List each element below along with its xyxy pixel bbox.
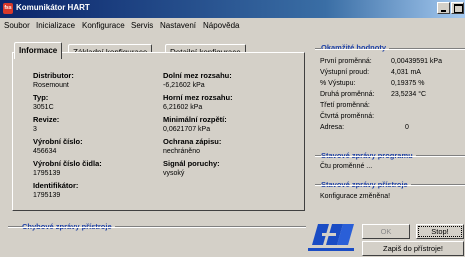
dolni-mez-label: Dolní mez rozsahu: <box>163 71 232 80</box>
identifikator-label: Identifikátor: <box>33 181 79 190</box>
prvni-promenna-value: 0,00439591 kPa <box>391 58 442 65</box>
menu-konfigurace[interactable]: Konfigurace <box>82 21 125 30</box>
distributor-value: Rosemount <box>33 82 69 89</box>
ctvrta-promenna-label: Čtvrtá proměnná: <box>320 113 375 120</box>
revize-value: 3 <box>33 126 37 133</box>
program-status-message: Čtu proměnné ... <box>320 163 373 170</box>
tab-informace[interactable]: Informace <box>14 42 63 59</box>
distributor-label: Distributor: <box>33 71 74 80</box>
menu-soubor[interactable]: Soubor <box>4 21 30 30</box>
revize-label: Revize: <box>33 115 60 124</box>
vyrobni-cislo-value: 456634 <box>33 148 57 155</box>
horni-mez-value: 6,21602 kPa <box>163 104 203 111</box>
procento-vystupu-label: % Výstupu: <box>320 80 356 87</box>
vyrobni-cislo-cidla-label: Výrobní číslo čidla: <box>33 159 102 168</box>
ochrana-zapisu-value: nechráněno <box>163 148 200 155</box>
device-errors-title: Chybové zprávy přístroje <box>22 222 115 231</box>
menu-inicializace[interactable]: Inicializace <box>36 21 75 30</box>
current-values-group: Okamžité hodnoty <box>315 43 465 52</box>
ok-button[interactable]: OK <box>362 224 410 239</box>
dolni-mez-value: -6,21602 kPa <box>163 82 205 89</box>
procento-vystupu-value: 0,19375 % <box>391 80 425 87</box>
info-panel: Distributor: Rosemount Typ: 3051C Revize… <box>12 52 305 211</box>
device-status-message: Konfigurace změněna! <box>320 193 391 200</box>
menu-bar: Soubor Inicializace Konfigurace Servis N… <box>0 18 465 33</box>
ochrana-zapisu-label: Ochrana zápisu: <box>163 137 222 146</box>
title-bar: fss Komunikátor HART <box>0 0 465 18</box>
typ-value: 3051C <box>33 104 54 111</box>
app-icon[interactable]: fss <box>3 3 13 14</box>
menu-nastaveni[interactable]: Nastavení <box>160 21 196 30</box>
program-status-group: Stavové zprávy programu <box>315 151 465 160</box>
minimize-button[interactable] <box>437 2 450 14</box>
horni-mez-label: Horní mez rozsahu: <box>163 93 233 102</box>
menu-servis[interactable]: Servis <box>131 21 153 30</box>
signal-poruchy-label: Signál poruchy: <box>163 159 220 168</box>
signal-poruchy-value: vysoký <box>163 170 185 177</box>
druha-promenna-label: Druhá proměnná: <box>320 91 375 98</box>
write-to-device-button[interactable]: Zapiš do přístroje! <box>362 241 464 256</box>
current-values-title: Okamžité hodnoty <box>321 43 390 52</box>
device-status-title: Stavové zprávy přístroje <box>321 180 411 189</box>
program-status-title: Stavové zprávy programu <box>321 151 416 160</box>
minimalni-rozpeti-value: 0,0621707 kPa <box>163 126 211 133</box>
treti-promenna-label: Třetí proměnná: <box>320 102 370 109</box>
vyrobni-cislo-label: Výrobní číslo: <box>33 137 83 146</box>
window-title: Komunikátor HART <box>16 3 90 12</box>
adresa-label: Adresa: <box>320 124 345 131</box>
prvni-promenna-label: První proměnná: <box>320 58 372 65</box>
minimalni-rozpeti-label: Minimální rozpětí: <box>163 115 227 124</box>
vyrobni-cislo-cidla-value: 1795139 <box>33 170 61 177</box>
vystupni-proud-value: 4,031 mA <box>391 69 421 76</box>
typ-label: Typ: <box>33 93 49 102</box>
device-errors-group: Chybové zprávy přístroje <box>8 222 306 231</box>
vystupni-proud-label: Výstupní proud: <box>320 69 370 76</box>
device-status-group: Stavové zprávy přístroje <box>315 180 465 189</box>
adresa-value: 0 <box>405 124 409 131</box>
company-logo <box>308 224 354 251</box>
identifikator-value: 1795139 <box>33 192 61 199</box>
stop-button[interactable]: Stop! <box>416 224 464 239</box>
druha-promenna-value: 23,5234 °C <box>391 91 427 98</box>
menu-napoveda[interactable]: Nápověda <box>203 21 239 30</box>
maximize-button[interactable] <box>451 2 464 14</box>
